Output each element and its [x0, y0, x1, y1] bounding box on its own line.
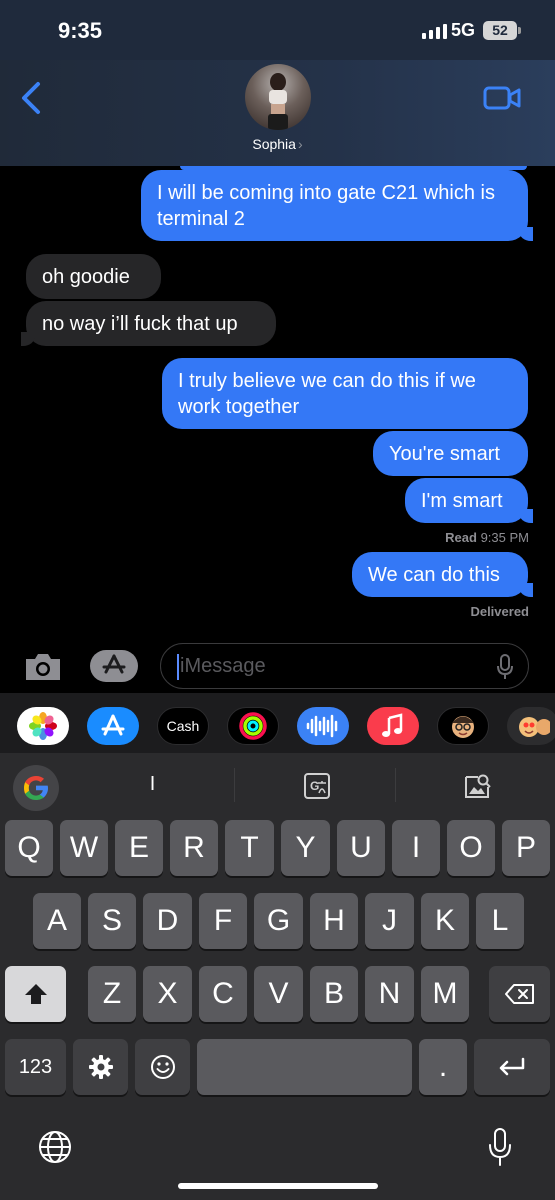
suggestion-divider — [395, 768, 396, 802]
avatar[interactable] — [245, 64, 311, 130]
message-thread[interactable]: I will be coming into gate C21 which is … — [0, 166, 555, 641]
key-k[interactable]: K — [421, 893, 469, 949]
compose-bar: iMessage — [0, 641, 555, 693]
settings-key[interactable] — [73, 1039, 128, 1095]
emoji-key[interactable] — [135, 1039, 190, 1095]
home-indicator[interactable] — [178, 1183, 378, 1189]
emoji-icon — [150, 1055, 175, 1079]
read-receipt: Read 9:35 PM — [445, 530, 529, 545]
period-key[interactable]: . — [419, 1039, 467, 1095]
key-f[interactable]: F — [199, 893, 247, 949]
battery-icon: 52 — [483, 21, 521, 40]
status-time: 9:35 — [58, 18, 103, 43]
music-icon[interactable] — [367, 707, 419, 745]
dictation-mic-icon[interactable] — [488, 1127, 512, 1167]
image-search-icon[interactable] — [462, 771, 492, 801]
memoji-stickers-icon[interactable] — [507, 707, 555, 745]
imessage-app-strip: Cash — [0, 693, 555, 753]
key-q[interactable]: Q — [5, 820, 53, 876]
key-y[interactable]: Y — [281, 820, 330, 876]
app-store-drawer-button[interactable] — [90, 650, 138, 682]
return-arrow-icon — [499, 1057, 525, 1076]
key-s[interactable]: S — [88, 893, 136, 949]
camera-icon[interactable] — [22, 651, 64, 683]
return-key[interactable] — [474, 1039, 550, 1095]
google-icon[interactable] — [13, 765, 59, 811]
facetime-video-icon[interactable] — [483, 86, 521, 110]
dictation-mic-icon[interactable] — [496, 654, 514, 680]
globe-icon[interactable] — [37, 1129, 73, 1165]
key-w[interactable]: W — [60, 820, 108, 876]
text-cursor — [177, 654, 179, 680]
gear-icon — [88, 1055, 113, 1079]
app-store-icon[interactable] — [87, 707, 139, 745]
shift-arrow-icon — [24, 984, 47, 1004]
key-e[interactable]: E — [115, 820, 163, 876]
activity-icon[interactable] — [227, 707, 279, 745]
shift-key[interactable] — [5, 966, 66, 1022]
message-bubble-outgoing[interactable]: I will be coming into gate C21 which is … — [141, 170, 533, 241]
key-c[interactable]: C — [199, 966, 247, 1022]
message-bubble-outgoing[interactable]: You're smart — [373, 431, 528, 476]
key-n[interactable]: N — [365, 966, 414, 1022]
suggestion-bar: I G — [0, 753, 555, 819]
keyboard: I G Q W E R T Y U I O P A S D F G H J K … — [0, 753, 555, 1200]
key-x[interactable]: X — [143, 966, 192, 1022]
numbers-key[interactable]: 123 — [5, 1039, 66, 1095]
key-a[interactable]: A — [33, 893, 81, 949]
translate-icon[interactable]: G — [302, 771, 332, 801]
message-input[interactable]: iMessage — [160, 643, 529, 689]
message-bubble-outgoing[interactable]: I'm smart — [405, 478, 533, 523]
network-label: 5G — [451, 20, 476, 40]
key-m[interactable]: M — [421, 966, 469, 1022]
message-bubble-incoming[interactable]: no way i’ll fuck that up — [21, 301, 276, 346]
apple-cash-icon[interactable]: Cash — [157, 707, 209, 745]
key-p[interactable]: P — [502, 820, 550, 876]
space-bar[interactable] — [197, 1039, 412, 1095]
key-g[interactable]: G — [254, 893, 303, 949]
message-bubble-outgoing[interactable]: We can do this — [352, 552, 533, 597]
key-u[interactable]: U — [337, 820, 385, 876]
status-bar: 9:35 5G 52 — [0, 0, 555, 60]
delete-key[interactable] — [489, 966, 550, 1022]
key-v[interactable]: V — [254, 966, 303, 1022]
key-h[interactable]: H — [310, 893, 358, 949]
memoji-icon[interactable] — [437, 707, 489, 745]
key-b[interactable]: B — [310, 966, 358, 1022]
chevron-right-icon: › — [297, 136, 303, 152]
key-z[interactable]: Z — [88, 966, 136, 1022]
back-chevron-icon[interactable] — [18, 80, 46, 116]
photos-icon[interactable] — [17, 707, 69, 745]
svg-text:G: G — [310, 779, 319, 793]
suggestion-divider — [234, 768, 235, 802]
key-i[interactable]: I — [392, 820, 440, 876]
key-d[interactable]: D — [143, 893, 192, 949]
audio-message-icon[interactable] — [297, 707, 349, 745]
key-j[interactable]: J — [365, 893, 414, 949]
key-l[interactable]: L — [476, 893, 524, 949]
key-t[interactable]: T — [225, 820, 274, 876]
conversation-header: Sophia › — [0, 60, 555, 166]
message-bubble-outgoing[interactable]: I truly believe we can do this if we wor… — [162, 358, 528, 429]
delivered-receipt: Delivered — [470, 604, 529, 619]
key-o[interactable]: O — [447, 820, 495, 876]
message-bubble-incoming[interactable]: oh goodie — [26, 254, 161, 299]
key-r[interactable]: R — [170, 820, 218, 876]
backspace-icon — [504, 984, 534, 1004]
signal-icon — [422, 23, 447, 39]
contact-name[interactable]: Sophia › — [0, 136, 555, 152]
suggestion-word[interactable]: I — [70, 773, 235, 796]
app-store-icon — [102, 654, 126, 674]
